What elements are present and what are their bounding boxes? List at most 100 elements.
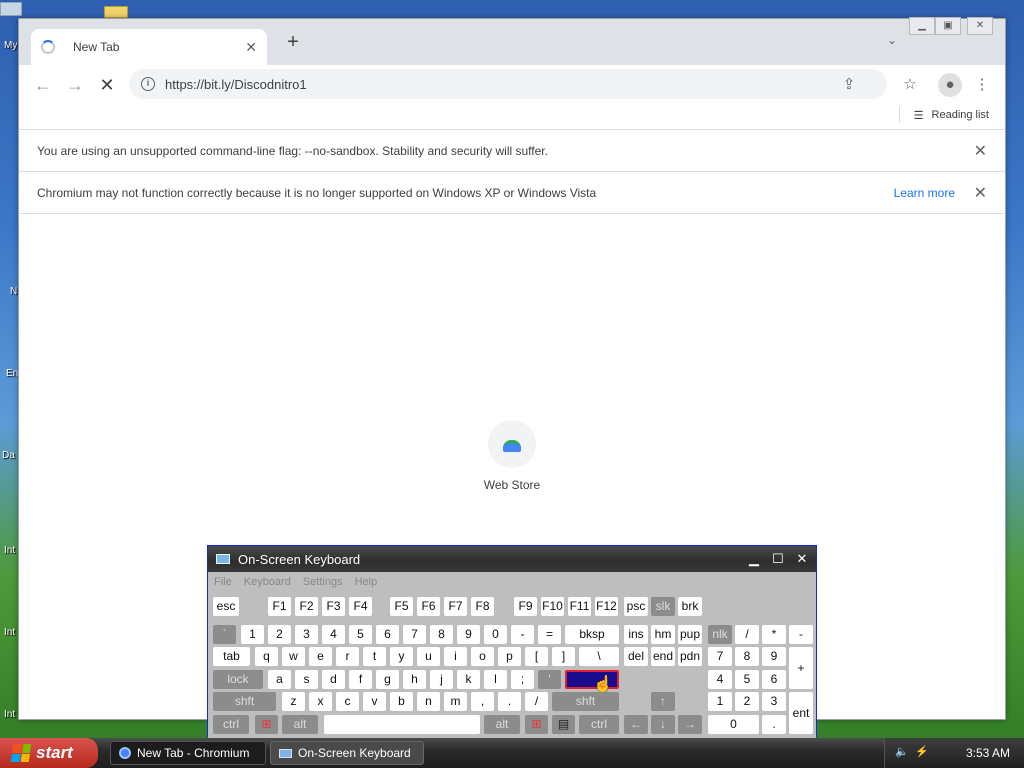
key-f6[interactable]: F6 (417, 597, 440, 616)
key-numlock[interactable]: nlk (708, 625, 732, 644)
infobar-close-icon[interactable]: ✕ (974, 183, 987, 203)
reading-list-button[interactable]: ☰ Reading list (898, 107, 989, 123)
osk-menu-settings[interactable]: Settings (303, 576, 343, 588)
osk-maximize-button[interactable]: ☐ (768, 550, 788, 568)
key-pgup[interactable]: pup (678, 625, 702, 644)
desktop-icon-top[interactable] (0, 2, 22, 16)
key-j[interactable]: j (430, 670, 453, 689)
key-z[interactable]: z (282, 692, 305, 711)
clock[interactable]: 3:53 AM (966, 746, 1010, 760)
key-ins[interactable]: ins (624, 625, 648, 644)
key-s[interactable]: s (295, 670, 318, 689)
key-f4[interactable]: F4 (349, 597, 372, 616)
key-comma[interactable]: , (471, 692, 494, 711)
key-divide[interactable]: / (735, 625, 759, 644)
key-numpad-5[interactable]: 5 (735, 670, 759, 689)
menu-kebab-icon[interactable]: ⋮ (970, 73, 994, 97)
key-alt-right[interactable]: alt (484, 715, 520, 734)
key-numpad-9[interactable]: 9 (762, 647, 786, 666)
key-windows-right[interactable]: ⊞ (525, 715, 548, 734)
key-numpad-0[interactable]: 0 (708, 715, 759, 734)
close-window-button[interactable]: ✕ (967, 17, 993, 35)
key-backspace[interactable]: bksp (565, 625, 619, 644)
key-f7[interactable]: F7 (444, 597, 467, 616)
learn-more-link[interactable]: Learn more (894, 186, 955, 200)
key-f9[interactable]: F9 (514, 597, 537, 616)
tab-search-chevron-icon[interactable]: ⌄ (887, 33, 897, 47)
key-bracket-right[interactable]: ] (552, 647, 575, 666)
tray-volume-icon[interactable]: 🔈 (895, 745, 909, 759)
osk-minimize-button[interactable]: ▁ (744, 550, 764, 568)
key-psc[interactable]: psc (624, 597, 648, 616)
key-equals[interactable]: = (538, 625, 561, 644)
web-store-shortcut[interactable]: Web Store (475, 420, 549, 492)
tray-network-icon[interactable]: ⚡ (915, 745, 929, 759)
task-on-screen-keyboard[interactable]: On-Screen Keyboard (270, 741, 424, 765)
key-7[interactable]: 7 (403, 625, 426, 644)
address-bar[interactable]: i https://bit.ly/Discodnitro1 ⇪ (129, 69, 887, 99)
key-d[interactable]: d (322, 670, 345, 689)
key-arrow-down[interactable]: ↓ (651, 715, 675, 734)
key-numpad-1[interactable]: 1 (708, 692, 732, 711)
desktop-icon-folder[interactable] (104, 6, 128, 18)
key-5[interactable]: 5 (349, 625, 372, 644)
osk-menu-help[interactable]: Help (355, 576, 378, 588)
key-8[interactable]: 8 (430, 625, 453, 644)
tab-close-icon[interactable]: ✕ (245, 39, 257, 56)
site-info-icon[interactable]: i (141, 77, 155, 91)
key-9[interactable]: 9 (457, 625, 480, 644)
key-ctrl-left[interactable]: ctrl (213, 715, 249, 734)
key-3[interactable]: 3 (295, 625, 318, 644)
key-backtick[interactable]: ` (213, 625, 236, 644)
key-numpad-plus[interactable]: + (789, 647, 813, 689)
key-numpad-6[interactable]: 6 (762, 670, 786, 689)
key-end[interactable]: end (651, 647, 675, 666)
key-numpad-minus[interactable]: - (789, 625, 813, 644)
key-esc[interactable]: esc (213, 597, 239, 616)
key-capslock[interactable]: lock (213, 670, 263, 689)
key-multiply[interactable]: * (762, 625, 786, 644)
task-chromium[interactable]: New Tab - Chromium (110, 741, 266, 765)
key-shift-right[interactable]: shft (552, 692, 619, 711)
key-a[interactable]: a (268, 670, 291, 689)
key-c[interactable]: c (336, 692, 359, 711)
key-m[interactable]: m (444, 692, 467, 711)
key-g[interactable]: g (376, 670, 399, 689)
forward-arrow-icon[interactable]: → (65, 75, 85, 95)
key-4[interactable]: 4 (322, 625, 345, 644)
key-numpad-2[interactable]: 2 (735, 692, 759, 711)
key-f5[interactable]: F5 (390, 597, 413, 616)
key-shift-left[interactable]: shft (213, 692, 276, 711)
key-e[interactable]: e (309, 647, 332, 666)
key-numpad-decimal[interactable]: . (762, 715, 786, 734)
key-del[interactable]: del (624, 647, 648, 666)
key-i[interactable]: i (444, 647, 467, 666)
key-o[interactable]: o (471, 647, 494, 666)
key-n[interactable]: n (417, 692, 440, 711)
osk-menu-keyboard[interactable]: Keyboard (244, 576, 291, 588)
key-x[interactable]: x (309, 692, 332, 711)
key-home[interactable]: hm (651, 625, 675, 644)
key-numpad-8[interactable]: 8 (735, 647, 759, 666)
key-w[interactable]: w (282, 647, 305, 666)
key-6[interactable]: 6 (376, 625, 399, 644)
new-tab-button[interactable]: + (281, 31, 305, 55)
key-slk[interactable]: slk (651, 597, 675, 616)
key-r[interactable]: r (336, 647, 359, 666)
key-f8[interactable]: F8 (471, 597, 494, 616)
tab-new-tab[interactable]: New Tab ✕ (31, 29, 267, 65)
key-f11[interactable]: F11 (568, 597, 591, 616)
key-slash[interactable]: / (525, 692, 548, 711)
share-icon[interactable]: ⇪ (839, 75, 859, 93)
key-q[interactable]: q (255, 647, 278, 666)
key-numpad-3[interactable]: 3 (762, 692, 786, 711)
key-f10[interactable]: F10 (541, 597, 564, 616)
key-backslash[interactable]: \ (579, 647, 619, 666)
key-b[interactable]: b (390, 692, 413, 711)
key-arrow-left[interactable]: ← (624, 715, 648, 734)
key-space[interactable] (324, 715, 480, 734)
key-k[interactable]: k (457, 670, 480, 689)
key-windows-left[interactable]: ⊞ (255, 715, 278, 734)
key-y[interactable]: y (390, 647, 413, 666)
key-period[interactable]: . (498, 692, 521, 711)
